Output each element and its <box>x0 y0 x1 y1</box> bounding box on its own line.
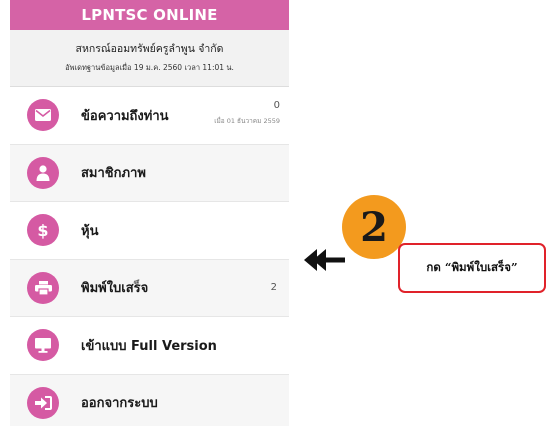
double-left-arrow-icon <box>304 249 345 271</box>
menu-label-shares: หุ้น <box>81 223 99 239</box>
app-screen: LPNTSC ONLINE สหกรณ์ออมทรัพย์ครูลำพูน จำ… <box>10 0 289 426</box>
last-updated: อัพเดทฐานข้อมูลเมื่อ 19 ม.ค. 2560 เวลา 1… <box>65 63 234 72</box>
sign-out-icon <box>27 386 59 419</box>
menu-item-receipt[interactable]: พิมพ์ใบเสร็จ 2 <box>10 259 289 317</box>
receipt-count: 2 <box>270 282 277 294</box>
menu-label-receipt: พิมพ์ใบเสร็จ <box>81 281 149 297</box>
org-name: สหกรณ์ออมทรัพย์ครูลำพูน จำกัด <box>75 43 224 55</box>
monitor-icon <box>27 329 59 362</box>
instruction-callout: กด “พิมพ์ใบเสร็จ” <box>398 243 546 293</box>
app-title: LPNTSC ONLINE <box>10 0 289 30</box>
menu-item-member[interactable]: สมาชิกภาพ <box>10 144 289 202</box>
menu-label-logout: ออกจากระบบ <box>81 396 158 412</box>
svg-text:$: $ <box>37 221 48 239</box>
printer-icon <box>27 271 59 304</box>
menu-item-shares[interactable]: $ หุ้น <box>10 202 289 260</box>
info-panel: สหกรณ์ออมทรัพย์ครูลำพูน จำกัด อัพเดทฐานข… <box>10 30 289 87</box>
main-menu: ข้อความถึงท่าน 0 เมื่อ 01 ธันวาคม 2559 ส… <box>10 87 289 426</box>
messages-meta: 0 เมื่อ 01 ธันวาคม 2559 <box>214 100 280 126</box>
person-icon <box>27 156 59 189</box>
menu-item-messages[interactable]: ข้อความถึงท่าน 0 เมื่อ 01 ธันวาคม 2559 <box>10 87 289 145</box>
menu-label-messages: ข้อความถึงท่าน <box>81 108 169 124</box>
menu-label-full-version: เข้าแบบ Full Version <box>81 338 217 354</box>
menu-label-member: สมาชิกภาพ <box>81 166 146 182</box>
menu-item-logout[interactable]: ออกจากระบบ <box>10 374 289 426</box>
messages-date: เมื่อ 01 ธันวาคม 2559 <box>214 117 280 125</box>
envelope-icon <box>27 99 59 132</box>
step-number-badge: 2 <box>342 195 406 259</box>
dollar-icon: $ <box>27 214 59 247</box>
menu-item-full-version[interactable]: เข้าแบบ Full Version <box>10 317 289 375</box>
messages-count: 0 <box>273 100 280 111</box>
